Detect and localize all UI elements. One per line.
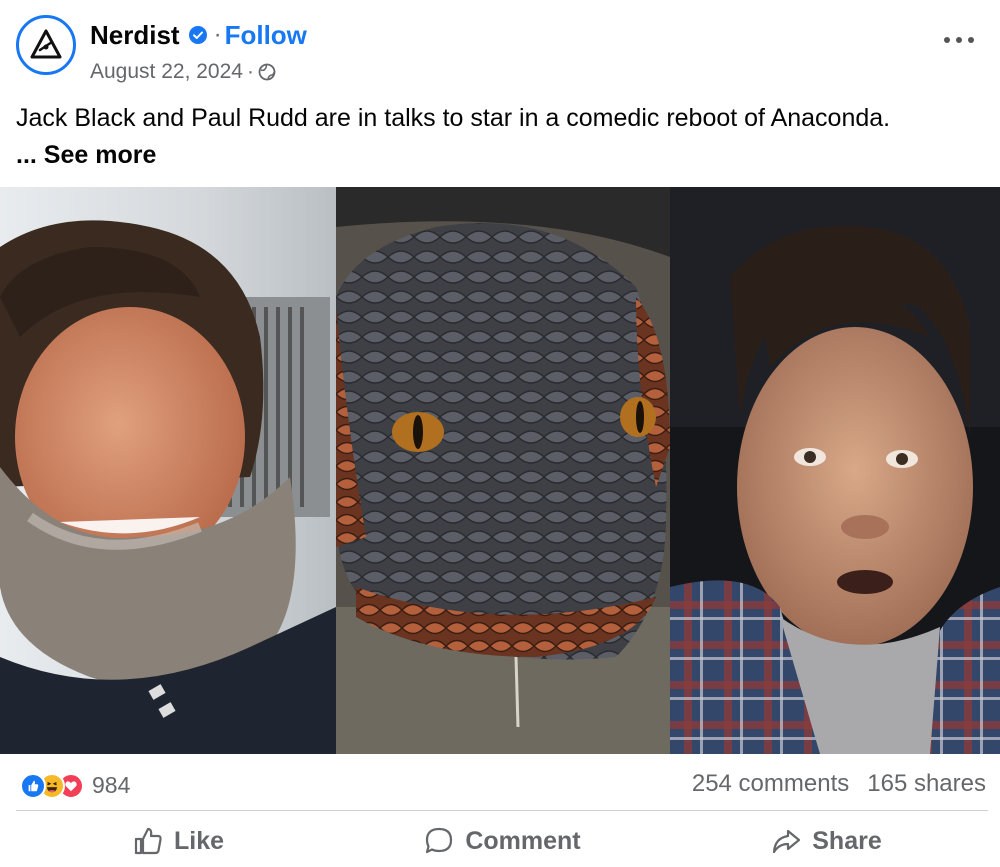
post-message: Jack Black and Paul Rudd are in talks to… [16, 104, 891, 132]
thumbs-up-icon [134, 827, 162, 855]
like-icon [20, 772, 46, 799]
comment-label: Comment [465, 826, 581, 855]
like-label: Like [173, 826, 225, 855]
action-bar: Like Comment Share [16, 815, 988, 867]
globe-icon [258, 63, 276, 81]
image-panel-anaconda [336, 187, 670, 754]
comments-count-link[interactable]: 254 comments [692, 770, 849, 798]
page-avatar[interactable] [16, 15, 76, 75]
verified-badge-icon [188, 26, 207, 44]
post-meta: August 22, 2024 · [90, 58, 276, 86]
like-button[interactable]: Like [16, 815, 340, 867]
reactions-count: 984 [92, 772, 131, 798]
share-button[interactable]: Share [664, 815, 988, 867]
comments-shares: 254 comments 165 shares [692, 770, 986, 798]
engagement-stats: 984 254 comments 165 shares [0, 760, 1000, 810]
share-label: Share [812, 826, 882, 855]
post-date-link[interactable]: August 22, 2024 [90, 60, 243, 84]
comment-button[interactable]: Comment [340, 815, 664, 867]
post-header: Nerdist · Follow August 22, 2024 · [0, 0, 1000, 95]
follow-button[interactable]: Follow [225, 20, 307, 51]
post-image[interactable] [0, 187, 1000, 754]
name-row: Nerdist · Follow [90, 18, 307, 52]
comment-icon [426, 827, 453, 854]
post-text: Jack Black and Paul Rudd are in talks to… [16, 100, 986, 174]
divider [16, 810, 988, 811]
nerdist-logo-icon [30, 29, 62, 59]
shares-count-link[interactable]: 165 shares [867, 770, 986, 798]
share-icon [773, 829, 801, 854]
image-panel-jack-black [0, 187, 336, 754]
page-name-link[interactable]: Nerdist [90, 20, 180, 51]
more-options-icon[interactable] [944, 30, 974, 50]
date-separator: · [246, 60, 254, 83]
see-more-link[interactable]: ... See more [16, 137, 986, 174]
reactions-summary[interactable]: 984 [20, 772, 130, 799]
separator-dot: · [213, 21, 222, 48]
image-panel-paul-rudd [670, 187, 1000, 754]
